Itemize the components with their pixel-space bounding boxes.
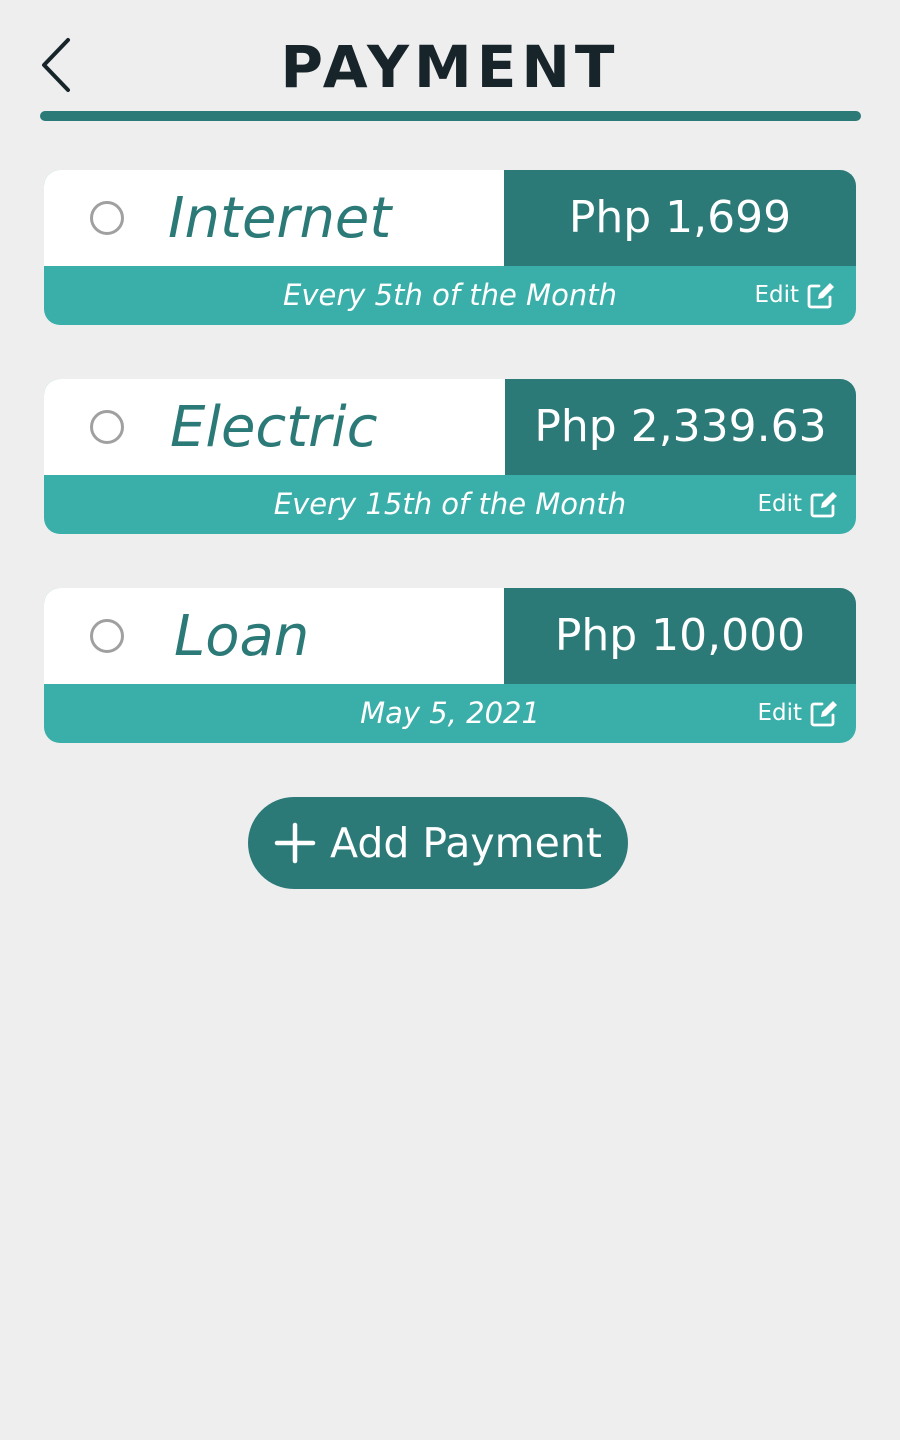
- payment-card-internet: Internet Php 1,699 Every 5th of the Mont…: [44, 170, 856, 325]
- edit-icon: [809, 698, 839, 728]
- payment-schedule: Every 15th of the Month: [273, 487, 627, 521]
- add-payment-label: Add Payment: [330, 819, 602, 867]
- header: PAYMENT: [0, 0, 900, 125]
- payment-amount: Php 1,699: [504, 170, 856, 266]
- card-top: Internet Php 1,699: [44, 170, 856, 266]
- payment-amount: Php 2,339.63: [505, 379, 856, 475]
- plus-icon: [274, 822, 316, 864]
- card-top: Loan Php 10,000: [44, 588, 856, 684]
- select-radio[interactable]: [90, 410, 124, 444]
- card-bottom: Every 5th of the Month Edit: [44, 266, 856, 325]
- card-top: Electric Php 2,339.63: [44, 379, 856, 475]
- card-bottom: May 5, 2021 Edit: [44, 684, 856, 743]
- edit-icon: [809, 489, 839, 519]
- payment-name: Electric: [170, 395, 378, 460]
- payment-amount: Php 10,000: [504, 588, 856, 684]
- edit-label: Edit: [757, 491, 802, 517]
- title-underline: [40, 111, 861, 121]
- page-title: PAYMENT: [280, 33, 620, 101]
- edit-button[interactable]: Edit: [754, 278, 836, 312]
- select-radio[interactable]: [90, 201, 124, 235]
- card-bottom: Every 15th of the Month Edit: [44, 475, 856, 534]
- add-payment-button[interactable]: Add Payment: [248, 797, 628, 889]
- edit-button[interactable]: Edit: [757, 696, 839, 730]
- payment-name: Internet: [168, 186, 392, 251]
- payment-schedule: May 5, 2021: [360, 696, 540, 730]
- select-radio[interactable]: [90, 619, 124, 653]
- edit-button[interactable]: Edit: [757, 487, 839, 521]
- edit-label: Edit: [757, 700, 802, 726]
- payment-schedule: Every 5th of the Month: [283, 278, 617, 312]
- payment-card-loan: Loan Php 10,000 May 5, 2021 Edit: [44, 588, 856, 743]
- payment-name: Loan: [174, 604, 310, 669]
- edit-icon: [806, 280, 836, 310]
- edit-label: Edit: [754, 282, 799, 308]
- payment-card-electric: Electric Php 2,339.63 Every 15th of the …: [44, 379, 856, 534]
